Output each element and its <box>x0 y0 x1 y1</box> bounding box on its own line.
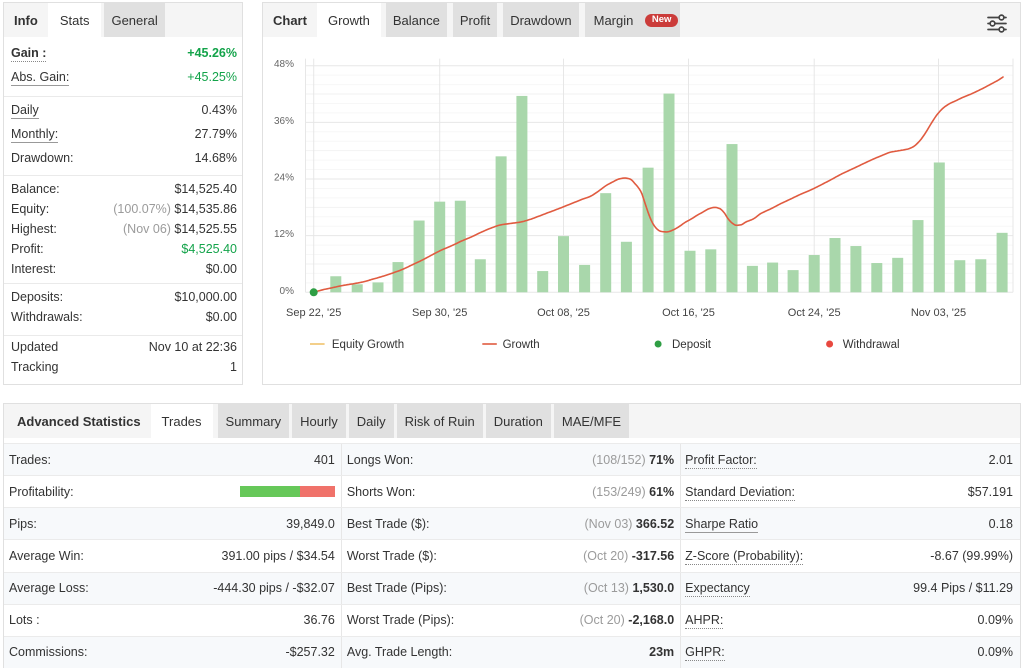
svg-text:Nov 03, '25: Nov 03, '25 <box>911 307 966 319</box>
svg-text:0%: 0% <box>280 286 295 297</box>
svg-text:Withdrawal: Withdrawal <box>843 339 900 351</box>
svg-text:Oct 16, '25: Oct 16, '25 <box>662 307 715 319</box>
svg-text:12%: 12% <box>274 229 294 240</box>
svg-text:Deposit: Deposit <box>672 339 712 351</box>
svg-text:48%: 48% <box>274 59 294 70</box>
svg-text:Oct 08, '25: Oct 08, '25 <box>537 307 590 319</box>
svg-text:36%: 36% <box>274 116 294 127</box>
svg-text:Sep 22, '25: Sep 22, '25 <box>286 307 341 319</box>
svg-text:Oct 24, '25: Oct 24, '25 <box>788 307 841 319</box>
svg-text:Equity Growth: Equity Growth <box>332 339 404 351</box>
svg-text:24%: 24% <box>274 173 294 184</box>
svg-text:Growth: Growth <box>503 339 540 351</box>
svg-text:Sep 30, '25: Sep 30, '25 <box>412 307 467 319</box>
